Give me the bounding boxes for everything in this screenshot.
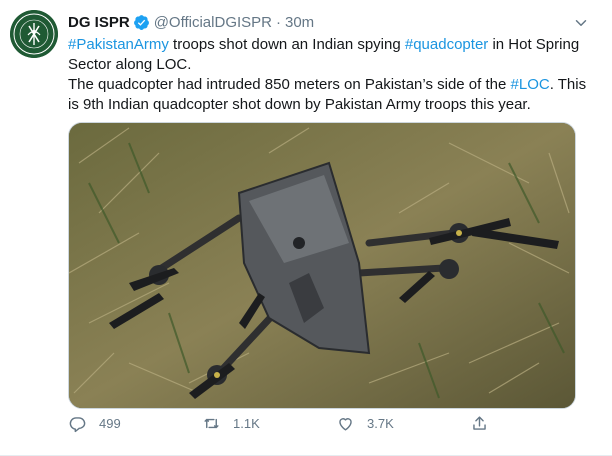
retweet-count: 1.1K	[233, 416, 260, 431]
tweet-text: #PakistanArmy troops shot down an Indian…	[68, 35, 598, 115]
reply-icon	[69, 417, 86, 433]
retweet-icon	[204, 418, 219, 429]
separator-dot: ·	[276, 13, 281, 31]
tweet-text-segment: troops shot down an Indian spying	[168, 36, 405, 53]
tweet-card[interactable]: DG ISPR @OfficialDGISPR · 30m #PakistanA…	[0, 0, 612, 456]
share-button[interactable]	[470, 414, 489, 433]
chevron-down-icon[interactable]	[572, 14, 590, 32]
retweet-button[interactable]: 1.1K	[202, 414, 260, 433]
user-handle[interactable]: @OfficialDGISPR	[154, 14, 272, 31]
tweet-photo[interactable]	[68, 122, 576, 409]
like-icon	[339, 418, 352, 431]
like-count: 3.7K	[367, 416, 394, 431]
drone-photo	[69, 123, 575, 408]
tweet-actions: 499 1.1K 3.7K	[68, 414, 528, 444]
hashtag-link[interactable]: #PakistanArmy	[68, 36, 169, 53]
display-name[interactable]: DG ISPR	[68, 14, 130, 31]
tweet-timestamp[interactable]: 30m	[285, 14, 314, 31]
tweet-text-segment: The quadcopter had intruded 850 meters o…	[68, 76, 511, 93]
hashtag-link[interactable]: #LOC	[511, 76, 550, 93]
hashtag-link[interactable]: #quadcopter	[405, 36, 488, 53]
verified-badge-icon	[133, 14, 149, 30]
reply-button[interactable]: 499	[68, 414, 121, 433]
share-icon	[473, 416, 486, 430]
like-button[interactable]: 3.7K	[336, 414, 394, 433]
tweet-header: DG ISPR @OfficialDGISPR · 30m	[68, 12, 314, 32]
reply-count: 499	[99, 416, 121, 431]
avatar[interactable]	[10, 10, 58, 58]
ispr-logo	[10, 10, 58, 58]
